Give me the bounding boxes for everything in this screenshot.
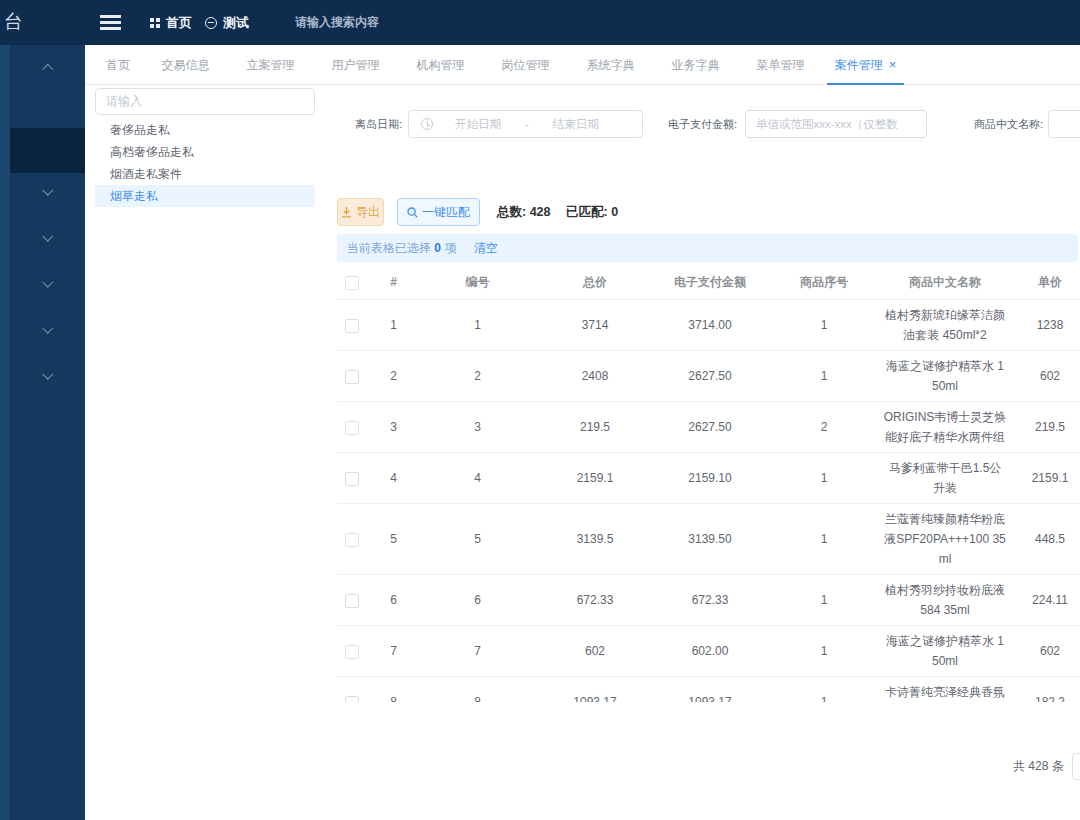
nav-home[interactable]: 首页 [150,0,192,45]
table-header: #编号总价电子支付金额商品序号商品中文名称单价 [337,265,1080,300]
tab-1[interactable]: 首页 [93,45,143,85]
match-label: 一键匹配 [422,204,470,221]
sidebar-item[interactable] [10,307,85,352]
total-count: 428 [530,205,551,219]
grid-icon [150,18,160,28]
category-item[interactable]: 烟草走私 [95,185,315,207]
table-row: 553139.53139.501兰蔻菁纯臻颜精华粉底液SPF20PA+++100… [337,504,1080,575]
column-header: 电子支付金额 [655,265,765,299]
date-end-placeholder: 结束日期 [553,117,599,132]
export-label: 导出 [356,204,380,221]
row-checkbox[interactable] [345,533,359,547]
name-filter-label: 商品中文名称: [973,110,1043,138]
tab-6[interactable]: 岗位管理 [483,45,568,85]
sidebar-item-expanded[interactable] [10,45,85,90]
row-checkbox[interactable] [345,645,359,659]
download-icon [341,207,352,218]
table-row: 77602602.001海蓝之谜修护精萃水 150ml602 [337,626,1080,677]
app-root: 台 首页 测试 请输入搜索内容 首页交易信息立案管理用户管理机构管理岗位管理系统… [0,0,1080,820]
date-start-placeholder: 开始日期 [455,117,501,132]
select-all-checkbox[interactable] [345,276,359,290]
row-checkbox[interactable] [345,370,359,384]
page-size-select[interactable] [1072,753,1080,780]
chevron-up-icon [42,65,53,76]
amount-filter-input[interactable]: 单值或范围xxx-xxx（仅整数 [745,110,927,138]
sidebar-edge-strip [0,45,10,820]
category-list: 奢侈品走私高档奢侈品走私烟酒走私案件烟草走私 [95,119,315,207]
selected-count: 0 [434,241,441,255]
column-header: 单价 [1007,265,1080,299]
table-body: 1137143714.001植村秀新琥珀缘萃洁颜油套装 450ml*212382… [337,300,1080,702]
sidebar-item[interactable] [10,215,85,260]
nav-home-label: 首页 [166,14,192,32]
date-filter-label: 离岛日期: [355,110,402,138]
matched-count: 0 [611,205,618,219]
counts-text: 总数: 428 已匹配: 0 [497,198,618,226]
clear-selection-link[interactable]: 清空 [474,241,498,255]
chevron-down-icon [42,184,53,195]
column-header: 总价 [535,265,655,299]
tab-5[interactable]: 机构管理 [398,45,483,85]
date-range-picker[interactable]: 开始日期 - 结束日期 [408,110,643,138]
category-item[interactable]: 奢侈品走私 [95,119,315,141]
selection-bar: 当前表格已选择 0 项 清空 [337,234,1078,262]
logo-text: 台 [4,9,23,35]
pagination-total: 共 428 条 [1013,752,1064,780]
nav-test[interactable]: 测试 [205,0,249,45]
column-header: 编号 [420,265,535,299]
chevron-down-icon [42,276,53,287]
nav-test-label: 测试 [223,14,249,32]
sidebar-item[interactable] [10,169,85,214]
tab-bar: 首页交易信息立案管理用户管理机构管理岗位管理系统字典业务字典菜单管理案件管理× [85,45,1080,85]
category-item[interactable]: 烟酒走私案件 [95,163,315,185]
sidebar [0,45,85,820]
date-separator: - [525,118,529,130]
table-row: 33219.52627.502ORIGINS韦博士灵芝焕能好底子精华水两件组21… [337,402,1080,453]
tab-10[interactable]: 案件管理× [823,45,908,85]
table-row: 1137143714.001植村秀新琥珀缘萃洁颜油套装 450ml*21238 [337,300,1080,351]
chevron-down-icon [42,322,53,333]
amount-filter-label: 电子支付金额: [650,110,737,138]
tab-9[interactable]: 菜单管理 [738,45,823,85]
row-checkbox[interactable] [345,421,359,435]
row-checkbox[interactable] [345,594,359,608]
row-checkbox[interactable] [345,472,359,486]
category-item[interactable]: 高档奢侈品走私 [95,141,315,163]
sidebar-item-active[interactable] [10,128,85,173]
tab-2[interactable]: 交易信息 [143,45,228,85]
column-header: 商品序号 [765,265,883,299]
category-search-placeholder: 请输入 [106,94,142,108]
export-button[interactable]: 导出 [337,198,384,226]
column-header: 商品中文名称 [883,265,1007,299]
row-checkbox[interactable] [345,696,359,702]
tab-4[interactable]: 用户管理 [313,45,398,85]
table-row: 66672.33672.331植村秀羽纱持妆粉底液 584 35ml224.11 [337,575,1080,626]
tab-8[interactable]: 业务字典 [653,45,738,85]
tab-3[interactable]: 立案管理 [228,45,313,85]
table-row: 442159.12159.101马爹利蓝带干邑1.5公升装2159.1 [337,453,1080,504]
table-row: 2224082627.501海蓝之谜修护精萃水 150ml602 [337,351,1080,402]
tab-close-icon[interactable]: × [889,57,897,72]
top-navbar: 台 首页 测试 请输入搜索内容 [0,0,1080,45]
match-button[interactable]: 一键匹配 [397,198,480,226]
data-table: #编号总价电子支付金额商品序号商品中文名称单价 1137143714.001植村… [337,265,1080,702]
table-row: 881093.171093.171卡诗菁纯亮泽经典香氛182.2 [337,677,1080,702]
sidebar-item[interactable] [10,261,85,306]
tab-7[interactable]: 系统字典 [568,45,653,85]
row-checkbox[interactable] [345,319,359,333]
global-search-input[interactable]: 请输入搜索内容 [295,0,379,45]
category-search-input[interactable]: 请输入 [95,88,315,115]
hamburger-menu-icon[interactable] [100,15,121,30]
sidebar-item[interactable] [10,353,85,398]
search-icon [407,207,418,218]
name-filter-input[interactable] [1048,110,1080,138]
column-header: # [367,265,420,299]
chevron-down-icon [42,230,53,241]
clock-icon [421,118,433,130]
chevron-down-icon [42,368,53,379]
minus-circle-icon [205,17,217,29]
amount-placeholder: 单值或范围xxx-xxx（仅整数 [756,117,898,132]
